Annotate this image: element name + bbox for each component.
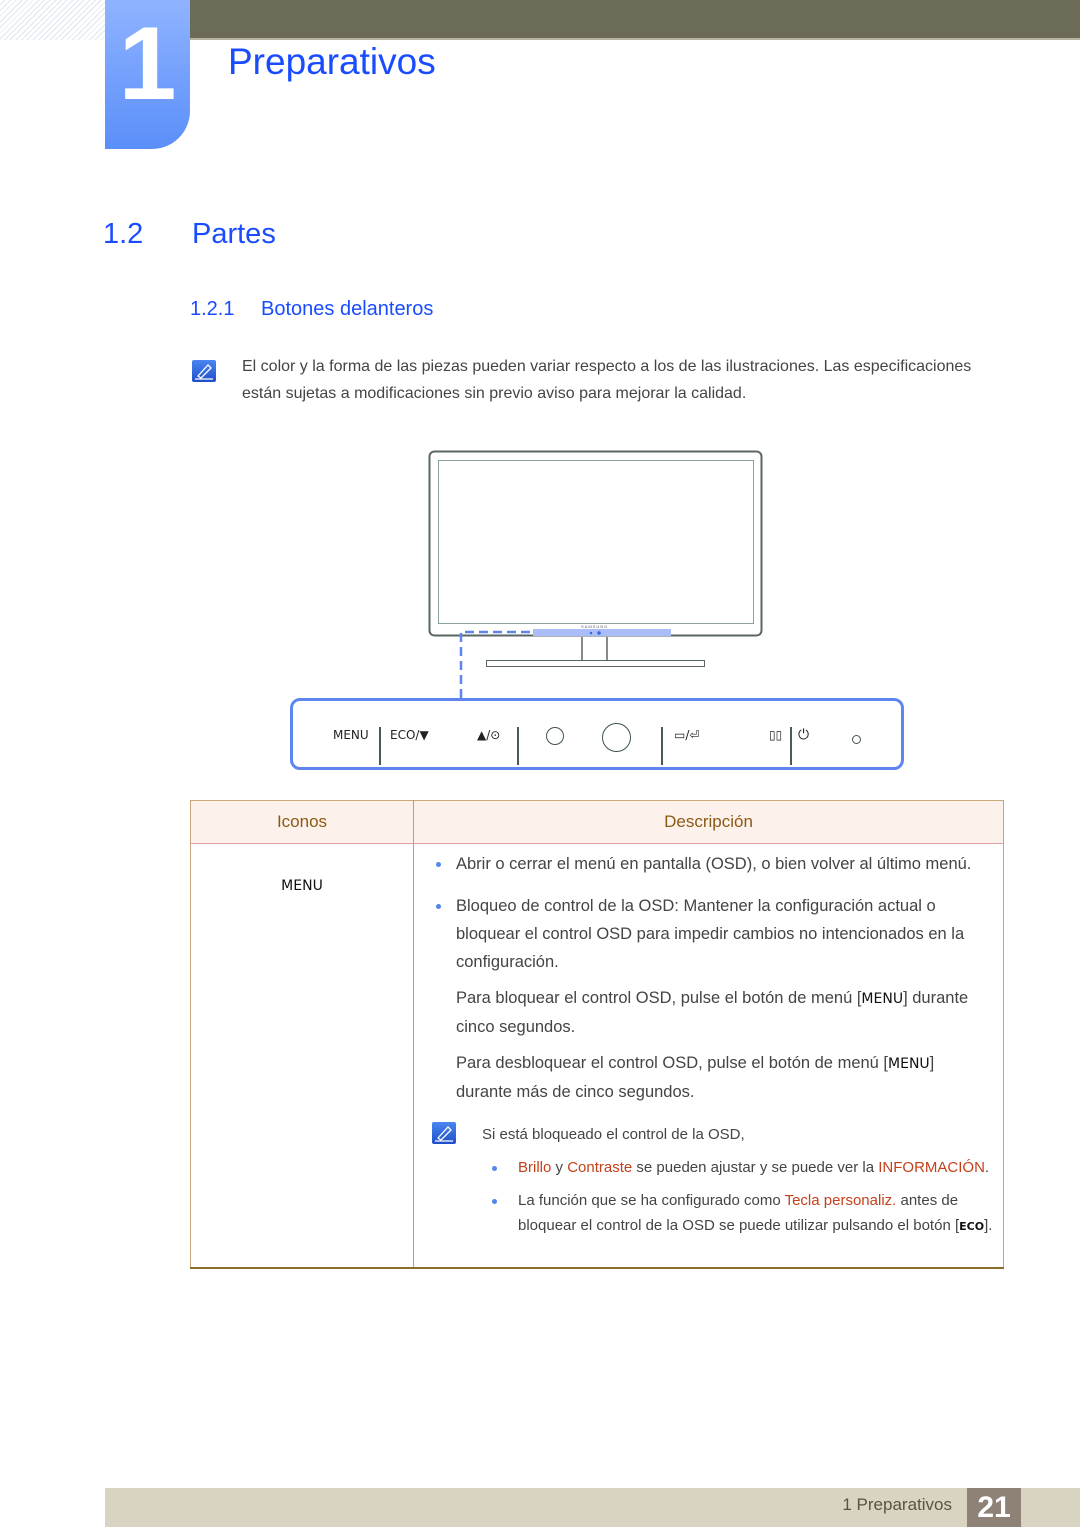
lock-paragraph: Para bloquear el control OSD, pulse el b… [426,984,993,1041]
bullet-text: Abrir o cerrar el menú en pantalla (OSD)… [456,855,972,873]
contrast-term: Contraste [567,1159,633,1176]
row-icon-label: MENU [190,843,414,1268]
eco-key-inline: ECO [959,1220,985,1233]
bullet-item: Bloqueo de control de la OSD: Mantener l… [426,892,993,976]
table-row: MENU Abrir o cerrar el menú en pantalla … [190,843,1004,1269]
custom-key-term: Tecla personaliz. [784,1192,897,1209]
monitor-drawing [428,450,763,698]
page-footer: 1 Preparativos 21 [105,1488,1080,1527]
bullet-icon [492,1166,497,1171]
buttons-table: Iconos Descripción MENU Abrir o cerrar e… [190,800,1004,1269]
information-term: INFORMACIÓN [878,1159,985,1176]
footer-chapter-label: 1 Preparativos [842,1495,952,1514]
note-text: se pueden ajustar y se puede ver la [632,1159,879,1176]
indicator-dot [597,631,601,635]
source-enter-icon[interactable]: ▭/⏎ [674,728,699,742]
brightness-term: Brillo [518,1159,552,1176]
row-description: Abrir o cerrar el menú en pantalla (OSD)… [414,844,1004,1269]
small-circle-button-icon[interactable] [546,727,564,745]
monitor-screen [438,460,754,624]
note-pencil-icon [432,1122,456,1144]
para-text: Para desbloquear el control OSD, pulse e… [456,1054,889,1072]
front-button-panel: MENU ECO/▼ ▲/⊙ ▭/⏎ ▯▯ ⏻ [290,698,904,770]
note-text: y [551,1159,568,1176]
bullet-icon [436,862,441,867]
brand-logo: SAMSUNG [581,624,609,629]
locked-osd-note: Si está bloqueado el control de la OSD, … [426,1122,993,1239]
note-bullet: Brillo y Contraste se pueden ajustar y s… [482,1155,993,1180]
divider [661,727,663,765]
note-text: . [984,1159,990,1176]
stand-base [486,660,705,667]
menu-button[interactable]: MENU [333,728,369,742]
menu-key-label: MENU [281,878,323,894]
table-header-row: Iconos Descripción [190,800,1004,844]
header-icons: Iconos [190,800,414,844]
large-circle-button-icon[interactable] [602,723,631,752]
unlock-paragraph: Para desbloquear el control OSD, pulse e… [426,1049,993,1106]
power-icon[interactable]: ⏻ [798,727,809,743]
indicator-dot [589,631,593,635]
pip-icon[interactable]: ▯▯ [769,728,782,742]
note-intro: Si está bloqueado el control de la OSD, [482,1126,745,1143]
bullet-icon [492,1199,497,1204]
note-text: ]. [984,1217,993,1234]
power-led-icon [852,735,861,744]
bullet-icon [436,904,441,909]
eco-down-button[interactable]: ECO/▼ [390,728,429,742]
divider [379,727,381,765]
header-description: Descripción [413,800,1004,844]
page-number: 21 [967,1488,1021,1527]
divider [790,727,792,765]
up-enter-button[interactable]: ▲/⊙ [477,728,500,742]
para-text: Para bloquear el control OSD, pulse el b… [456,989,862,1007]
note-text: La función que se ha configurado como [518,1192,785,1209]
note-bullet: La función que se ha configurado como Te… [482,1188,993,1239]
bullet-item: Abrir o cerrar el menú en pantalla (OSD)… [426,850,993,878]
bullet-text: Bloqueo de control de la OSD: Mantener l… [456,897,965,971]
menu-key-inline: MENU [861,991,904,1007]
menu-key-inline: MENU [888,1056,930,1072]
divider [517,727,519,765]
button-area-highlight [533,629,671,636]
